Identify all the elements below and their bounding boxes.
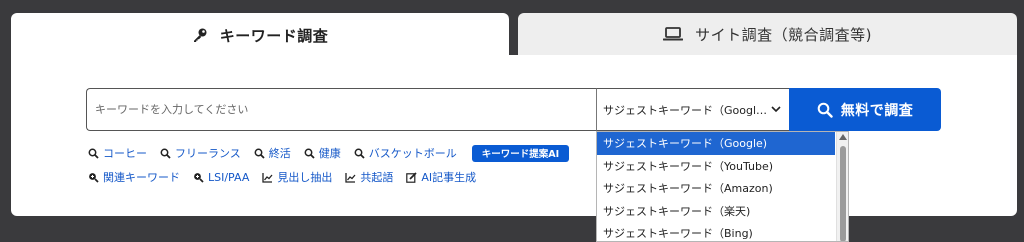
tool-link-related-keywords[interactable]: 関連キーワード: [88, 169, 180, 185]
quick-links-row-2: 関連キーワード LSI/PAA 見出し抽出 共起語 AI記事生成: [88, 169, 489, 185]
quick-link-shukatsu[interactable]: 終活: [254, 145, 291, 161]
quick-link-label: 終活: [268, 147, 291, 160]
tool-link-cooccurrence[interactable]: 共起語: [345, 169, 393, 185]
tool-link-lsi-paa[interactable]: LSI/PAA: [193, 171, 249, 184]
tool-link-label: 共起語: [360, 171, 394, 184]
quick-link-health[interactable]: 健康: [304, 145, 341, 161]
edit-icon: [406, 171, 417, 183]
keyword-search-field[interactable]: [86, 88, 596, 131]
quick-link-label: コーヒー: [103, 147, 147, 160]
chart-line-icon: [345, 172, 356, 183]
option-suggest-rakuten[interactable]: サジェストキーワード（楽天): [597, 200, 835, 223]
source-select-options: サジェストキーワード（Google) サジェストキーワード（YouTube) サ…: [596, 131, 849, 242]
tool-link-ai-article[interactable]: AI記事生成: [406, 169, 476, 185]
laptop-icon: [663, 27, 684, 41]
quick-link-basketball[interactable]: バスケットボール: [354, 145, 457, 161]
search-plus-icon: [193, 172, 204, 183]
tab-label: キーワード調査: [219, 26, 329, 45]
quick-link-label: バスケットボール: [368, 147, 457, 160]
tab-keyword-research[interactable]: キーワード調査: [11, 13, 509, 57]
search-icon: [354, 148, 365, 159]
quick-link-coffee[interactable]: コーヒー: [88, 145, 147, 161]
tab-label: サイト調査（競合調査等): [695, 25, 872, 44]
search-icon: [88, 148, 99, 159]
search-icon: [254, 148, 265, 159]
quick-link-label: フリーランス: [175, 147, 241, 160]
chevron-down-icon: [769, 106, 783, 113]
dropdown-scrollbar[interactable]: [836, 132, 848, 241]
search-plus-icon: [88, 172, 99, 183]
search-icon: [817, 102, 833, 118]
keyword-research-panel: [11, 55, 1017, 216]
keyword-suggest-ai-button[interactable]: キーワード提案AI: [471, 144, 570, 162]
chart-line-icon: [262, 172, 273, 183]
search-icon: [160, 148, 171, 159]
tool-link-label: 関連キーワード: [103, 171, 180, 184]
option-suggest-bing[interactable]: サジェストキーワード（Bing): [597, 222, 835, 241]
tool-link-label: AI記事生成: [421, 171, 477, 184]
quick-links-row-1: コーヒー フリーランス 終活 健康 バスケットボール キーワード提案AI: [88, 144, 570, 162]
tab-site-research[interactable]: サイト調査（競合調査等): [518, 13, 1017, 55]
tool-link-label: LSI/PAA: [208, 170, 250, 184]
source-select-value: サジェストキーワード（Googl…: [603, 103, 768, 117]
quick-link-label: 健康: [318, 147, 341, 160]
scrollbar-thumb[interactable]: [840, 146, 846, 241]
keyword-input[interactable]: [87, 89, 596, 130]
submit-label: 無料で調査: [840, 102, 914, 119]
option-suggest-google[interactable]: サジェストキーワード（Google): [597, 132, 835, 155]
key-icon: [192, 27, 208, 43]
scroll-up-arrow-icon[interactable]: [838, 134, 848, 142]
source-select[interactable]: サジェストキーワード（Googl…: [596, 88, 790, 131]
quick-link-freelance[interactable]: フリーランス: [160, 145, 241, 161]
tool-link-headings-extract[interactable]: 見出し抽出: [262, 169, 332, 185]
tool-link-label: 見出し抽出: [277, 171, 333, 184]
free-search-button[interactable]: 無料で調査: [789, 88, 941, 131]
option-suggest-amazon[interactable]: サジェストキーワード（Amazon): [597, 177, 835, 200]
option-suggest-youtube[interactable]: サジェストキーワード（YouTube): [597, 155, 835, 178]
search-icon: [304, 148, 315, 159]
tab-bar: キーワード調査 サイト調査（競合調査等): [11, 13, 1017, 57]
